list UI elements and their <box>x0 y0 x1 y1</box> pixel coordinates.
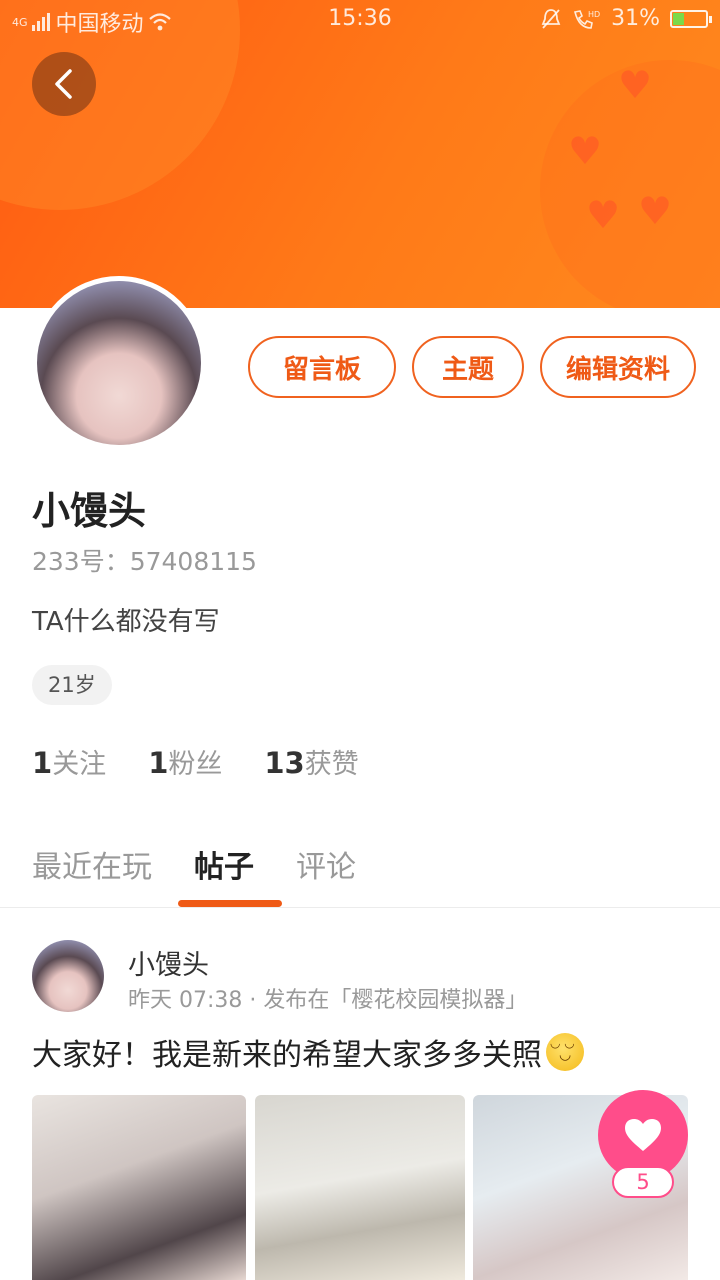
profile-avatar[interactable] <box>32 276 206 450</box>
likes-stat: 13获赞 <box>264 742 358 781</box>
age-tag: 21岁 <box>32 665 112 705</box>
smile-emoji-icon <box>546 1033 584 1071</box>
profile-bio: TA什么都没有写 <box>32 607 220 637</box>
tab-posts[interactable]: 帖子 <box>194 842 254 886</box>
edit-profile-button[interactable]: 编辑资料 <box>540 336 696 398</box>
post-content[interactable]: 大家好！我是新来的希望大家多多关照 <box>32 1030 584 1074</box>
following-label: 关注 <box>52 749 107 780</box>
avatar-image <box>37 281 201 445</box>
following-stat[interactable]: 1关注 <box>32 742 106 781</box>
following-count: 1 <box>32 746 53 780</box>
fans-stat[interactable]: 1粉丝 <box>148 742 222 781</box>
post-author-avatar[interactable] <box>32 940 104 1012</box>
post-author-name[interactable]: 小馒头 <box>128 943 209 982</box>
heart-decoration-icon: ♥ <box>638 189 673 233</box>
hd-call-icon: HD <box>574 10 600 29</box>
fans-count: 1 <box>148 746 169 780</box>
battery-icon <box>670 9 712 28</box>
like-count-badge: 5 <box>612 1166 674 1198</box>
back-button[interactable] <box>32 52 96 116</box>
tabs-divider <box>0 907 720 908</box>
heart-decoration-icon: ♥ <box>618 63 653 107</box>
post-image-thumbnail[interactable] <box>255 1095 465 1280</box>
heart-icon <box>625 1119 661 1151</box>
theme-button[interactable]: 主题 <box>412 336 524 398</box>
likes-count: 13 <box>264 746 305 780</box>
post-text: 大家好！我是新来的希望大家多多关照 <box>32 1038 542 1073</box>
mute-bell-icon <box>541 8 561 29</box>
chevron-left-icon <box>55 69 72 99</box>
status-right: HD 31% <box>541 6 712 31</box>
profile-header-background: ♥ ♥ ♥ ♥ <box>0 0 720 308</box>
message-board-button[interactable]: 留言板 <box>248 336 396 398</box>
profile-stats: 1关注 1粉丝 13获赞 <box>32 742 359 781</box>
profile-tabs: 最近在玩 帖子 评论 <box>32 842 356 886</box>
battery-percent: 31% <box>611 6 660 31</box>
tab-recently-played[interactable]: 最近在玩 <box>32 842 152 886</box>
battery-fill <box>673 12 684 25</box>
likes-label: 获赞 <box>304 749 359 780</box>
profile-uid: 233号：57408115 <box>32 547 257 576</box>
post-meta: 昨天 07:38 · 发布在「樱花校园模拟器」 <box>128 988 528 1013</box>
profile-name: 小馒头 <box>32 489 147 533</box>
status-bar: 4G 中国移动 15:36 HD 31% <box>0 0 720 38</box>
post-image-thumbnail[interactable] <box>32 1095 246 1280</box>
svg-text:HD: HD <box>588 10 600 19</box>
heart-decoration-icon: ♥ <box>586 193 621 237</box>
tab-comments[interactable]: 评论 <box>296 842 356 886</box>
active-tab-indicator <box>178 900 282 907</box>
heart-decoration-icon: ♥ <box>568 129 603 173</box>
fans-label: 粉丝 <box>168 749 223 780</box>
